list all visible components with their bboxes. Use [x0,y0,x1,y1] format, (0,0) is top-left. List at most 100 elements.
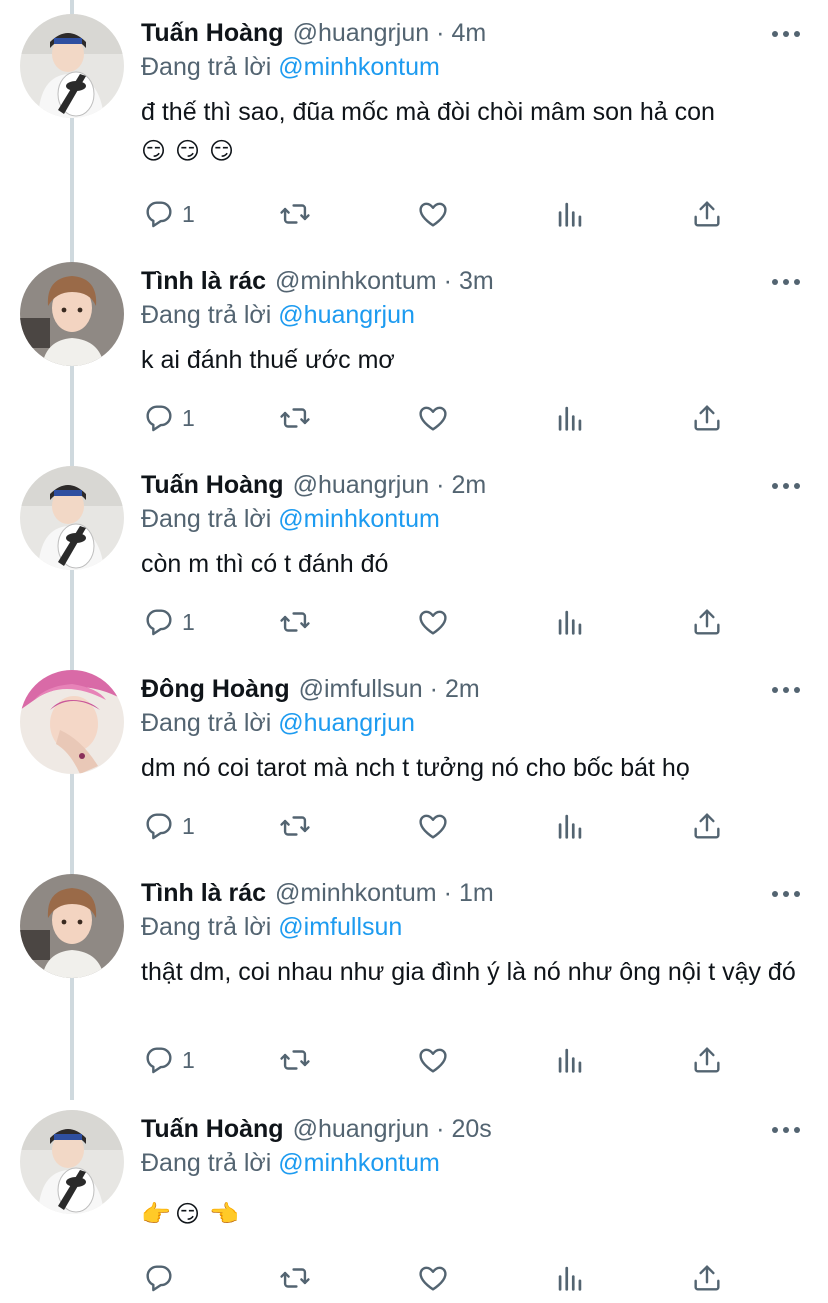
share-icon [690,401,724,435]
more-options-icon[interactable] [772,687,800,693]
tweet[interactable]: Đông Hoàng @imfullsun · 2m Đang trả lời @hua… [0,656,828,852]
display-name[interactable]: Tình là rác [141,264,266,298]
reply-count: 1 [182,404,195,431]
separator-dot: · [436,1115,445,1143]
emoji: 😏 [175,1201,201,1228]
display-name[interactable]: Tuấn Hoàng [141,16,284,50]
avatar[interactable] [20,262,124,366]
like-button[interactable] [416,808,450,844]
replying-to-label: Đang trả lời [141,53,272,81]
user-handle[interactable]: @minhkontum [275,876,437,910]
retweet-button[interactable] [278,400,312,436]
tweet-text: thật dm, coi nhau như gia đình ý là nó n… [141,958,796,986]
timestamp[interactable]: 3m [459,264,494,298]
replying-to: Đang trả lời @huangrjun [141,706,415,740]
tweet-text: đ thế thì sao, đũa mốc mà đòi chòi mâm s… [141,98,715,126]
display-name[interactable]: Đông Hoàng [141,672,290,706]
heart-icon [416,1043,450,1077]
analytics-button[interactable] [553,400,587,436]
user-handle[interactable]: @huangrjun [293,468,430,502]
user-handle[interactable]: @huangrjun [293,16,430,50]
separator-dot: · [443,267,452,295]
more-options-icon[interactable] [772,31,800,37]
reply-button[interactable]: 1 [142,808,195,844]
heart-icon [416,401,450,435]
reply-button[interactable]: 1 [142,604,195,640]
timestamp[interactable]: 4m [452,16,487,50]
more-options-icon[interactable] [772,891,800,897]
reply-button[interactable] [142,1260,182,1296]
share-icon [690,605,724,639]
tweet[interactable]: Tuấn Hoàng @huangrjun · 4m Đang trả lời @min… [0,0,828,240]
retweet-button[interactable] [278,1260,312,1296]
share-button[interactable] [690,400,724,436]
more-options-icon[interactable] [772,1127,800,1133]
share-button[interactable] [690,604,724,640]
retweet-button[interactable] [278,196,312,232]
share-icon [690,1043,724,1077]
share-button[interactable] [690,808,724,844]
like-button[interactable] [416,400,450,436]
avatar[interactable] [20,874,124,978]
analytics-button[interactable] [553,808,587,844]
tweet-actions: 1 [0,400,828,436]
user-handle[interactable]: @huangrjun [293,1112,430,1146]
emoji: 😏 [209,138,235,165]
tweet-actions: 1 [0,196,828,232]
display-name[interactable]: Tuấn Hoàng [141,1112,284,1146]
tweet[interactable]: Tuấn Hoàng @huangrjun · 20s Đang trả lời @mi… [0,1096,828,1303]
tweet[interactable]: Tuấn Hoàng @huangrjun · 2m Đang trả lời @min… [0,452,828,648]
analytics-button[interactable] [553,196,587,232]
retweet-button[interactable] [278,808,312,844]
avatar[interactable] [20,14,124,118]
display-name[interactable]: Tình là rác [141,876,266,910]
replying-to-handle[interactable]: @imfullsun [278,913,402,941]
more-options-icon[interactable] [772,279,800,285]
avatar[interactable] [20,670,124,774]
share-button[interactable] [690,1042,724,1078]
share-button[interactable] [690,1260,724,1296]
replying-to-handle[interactable]: @huangrjun [278,709,415,737]
retweet-icon [278,1261,312,1295]
analytics-button[interactable] [553,1260,587,1296]
tweet-header: Tuấn Hoàng @huangrjun · 20s [141,1112,492,1146]
retweet-button[interactable] [278,1042,312,1078]
display-name[interactable]: Tuấn Hoàng [141,468,284,502]
reply-button[interactable]: 1 [142,1042,195,1078]
user-handle[interactable]: @minhkontum [275,264,437,298]
like-button[interactable] [416,1042,450,1078]
tweet[interactable]: Tình là rác @minhkontum · 3m Đang trả lời @h… [0,248,828,444]
tweet[interactable]: Tình là rác @minhkontum · 1m Đang trả lời @i… [0,860,828,1086]
tweet-header: Tình là rác @minhkontum · 1m [141,876,494,910]
user-handle[interactable]: @imfullsun [299,672,423,706]
replying-to-handle[interactable]: @minhkontum [278,1149,440,1177]
more-options-icon[interactable] [772,483,800,489]
timestamp[interactable]: 20s [452,1112,492,1146]
replying-to-handle[interactable]: @minhkontum [278,53,440,81]
analytics-button[interactable] [553,1042,587,1078]
like-button[interactable] [416,604,450,640]
avatar[interactable] [20,466,124,570]
emoji: 😏 [141,138,167,165]
replying-to-handle[interactable]: @minhkontum [278,505,440,533]
reply-count: 1 [182,812,195,839]
share-button[interactable] [690,196,724,232]
like-button[interactable] [416,196,450,232]
replying-to-label: Đang trả lời [141,505,272,533]
bar-chart-icon [553,197,587,231]
timestamp[interactable]: 2m [445,672,480,706]
reply-button[interactable]: 1 [142,400,195,436]
analytics-button[interactable] [553,604,587,640]
timestamp[interactable]: 2m [452,468,487,502]
reply-button[interactable]: 1 [142,196,195,232]
tweet-header: Đông Hoàng @imfullsun · 2m [141,672,480,706]
replying-to-handle[interactable]: @huangrjun [278,301,415,329]
like-button[interactable] [416,1260,450,1296]
avatar[interactable] [20,1110,124,1214]
retweet-icon [278,605,312,639]
timestamp[interactable]: 1m [459,876,494,910]
separator-dot: · [429,675,438,703]
reply-icon [142,1261,176,1295]
retweet-button[interactable] [278,604,312,640]
reply-count: 1 [182,608,195,635]
